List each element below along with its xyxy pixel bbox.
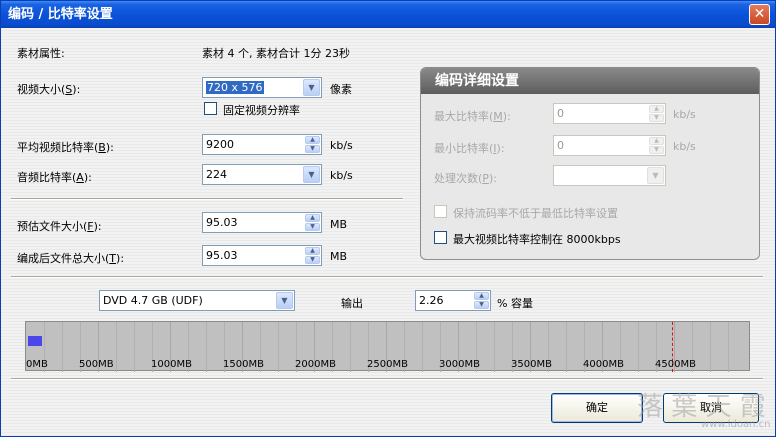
separator [11,198,403,200]
min-bitrate-unit: kb/s [673,140,696,153]
total-size-spinner[interactable]: 95.03 ▲ ▼ [202,245,322,266]
est-size-value: 95.03 [206,216,238,229]
advanced-settings-panel: 编码详细设置 最大比特率(M): 0 ▲ ▼ kb/s 最小比特率(I): 0 ▲… [420,67,760,260]
capacity-tick [278,322,279,372]
avg-bitrate-spinner[interactable]: 9200 ▲ ▼ [202,134,322,155]
max-video-bitrate-label: 最大视频比特率控制在 8000kbps [453,233,621,246]
spin-down-icon[interactable]: ▼ [305,145,320,153]
capacity-tick [62,322,63,372]
output-unit: % 容量 [497,297,533,310]
video-size-combo[interactable]: 720 x 576 ▼ [202,77,322,98]
spin-up-icon[interactable]: ▲ [649,137,664,145]
capacity-used-fill [28,336,42,346]
capacity-tick [710,322,711,372]
separator [11,276,763,278]
spin-up-icon[interactable]: ▲ [649,105,664,113]
video-size-value: 720 x 576 [206,81,264,94]
max-bitrate-value: 0 [557,107,564,120]
spin-down-icon[interactable]: ▼ [305,256,320,264]
capacity-tick-label: 3500MB [511,359,552,370]
chevron-down-icon[interactable]: ▼ [647,167,664,184]
total-size-value: 95.03 [206,249,238,262]
capacity-tick [206,322,207,372]
spin-up-icon[interactable]: ▲ [305,247,320,255]
watermark-url: www.ldoan.cn [701,419,771,430]
spin-down-icon[interactable]: ▼ [649,114,664,122]
disc-type-combo[interactable]: DVD 4.7 GB (UDF) ▼ [99,290,295,311]
audio-bitrate-combo[interactable]: 224 ▼ [202,164,322,185]
video-size-unit: 像素 [330,83,352,96]
capacity-tick [422,322,423,372]
material-value: 素材 4 个, 素材合计 1分 23秒 [202,47,350,60]
capacity-tick-label: 1000MB [151,359,192,370]
capacity-tick-label: 500MB [79,359,114,370]
capacity-tick [350,322,351,372]
max-bitrate-spinner[interactable]: 0 ▲ ▼ [553,103,666,124]
output-percent-value: 2.26 [419,294,444,307]
capacity-tick [566,322,567,372]
separator [11,378,763,380]
est-size-label: 预估文件大小(F): [17,220,102,233]
window-title: 编码 / 比特率设置 [8,7,113,22]
spin-down-icon[interactable]: ▼ [649,146,664,154]
disc-type-value: DVD 4.7 GB (UDF) [103,294,203,307]
chevron-down-icon[interactable]: ▼ [303,166,320,183]
min-bitrate-spinner[interactable]: 0 ▲ ▼ [553,135,666,156]
video-size-label: 视频大小(S): [17,83,81,96]
max-bitrate-unit: kb/s [673,108,696,121]
capacity-tick-label: 4000MB [583,359,624,370]
capacity-tick-label: 3000MB [439,359,480,370]
capacity-tick [638,322,639,372]
title-bar[interactable]: 编码 / 比特率设置 ✕ [1,1,775,28]
avg-bitrate-label: 平均视频比特率(B): [17,141,114,154]
watermark-logo: 落 葉 天 霞 [637,392,766,422]
capacity-tick-label: 2000MB [295,359,336,370]
capacity-tick-label: 4500MB [655,359,696,370]
passes-label: 处理次数(P): [434,172,497,185]
est-size-unit: MB [330,218,348,231]
capacity-tick-label: 1500MB [223,359,264,370]
dialog-window: 编码 / 比特率设置 ✕ 素材属性: 素材 4 个, 素材合计 1分 23秒 视… [0,0,776,437]
capacity-tick [116,322,117,372]
chevron-down-icon[interactable]: ▼ [276,292,293,309]
material-label: 素材属性: [17,47,65,60]
max-bitrate-label: 最大比特率(M): [434,110,511,123]
output-label: 输出 [341,297,363,310]
advanced-settings-title: 编码详细设置 [421,68,759,94]
passes-combo[interactable]: ▼ [553,165,666,186]
total-size-label: 编成后文件总大小(T): [17,252,125,265]
output-percent-spinner[interactable]: 2.26 ▲ ▼ [415,290,491,311]
est-size-spinner[interactable]: 95.03 ▲ ▼ [202,212,322,233]
avg-bitrate-value: 9200 [206,138,234,151]
min-bitrate-value: 0 [557,139,564,152]
spin-down-icon[interactable]: ▼ [305,223,320,231]
capacity-tick [134,322,135,372]
audio-bitrate-label: 音频比特率(A): [17,171,92,184]
ok-button[interactable]: 确定 [551,393,643,423]
max-video-bitrate-checkbox[interactable] [434,231,447,244]
chevron-down-icon[interactable]: ▼ [303,79,320,96]
spin-down-icon[interactable]: ▼ [474,301,489,309]
keep-min-bitrate-checkbox[interactable] [434,205,447,218]
keep-min-bitrate-label: 保持流码率不低于最低比特率设置 [453,207,618,220]
capacity-tick [728,322,729,372]
fixed-resolution-checkbox[interactable] [204,102,217,115]
total-size-unit: MB [330,250,348,263]
min-bitrate-label: 最小比特率(I): [434,142,505,155]
capacity-tick [494,322,495,372]
audio-bitrate-value: 224 [206,168,227,181]
spin-up-icon[interactable]: ▲ [305,136,320,144]
capacity-tick-label: 0MB [26,359,48,370]
spin-up-icon[interactable]: ▲ [305,214,320,222]
capacity-tick-label: 2500MB [367,359,408,370]
avg-bitrate-unit: kb/s [330,139,353,152]
close-button[interactable]: ✕ [749,4,770,25]
fixed-resolution-label: 固定视频分辨率 [223,104,300,117]
spin-up-icon[interactable]: ▲ [474,292,489,300]
audio-bitrate-unit: kb/s [330,169,353,182]
